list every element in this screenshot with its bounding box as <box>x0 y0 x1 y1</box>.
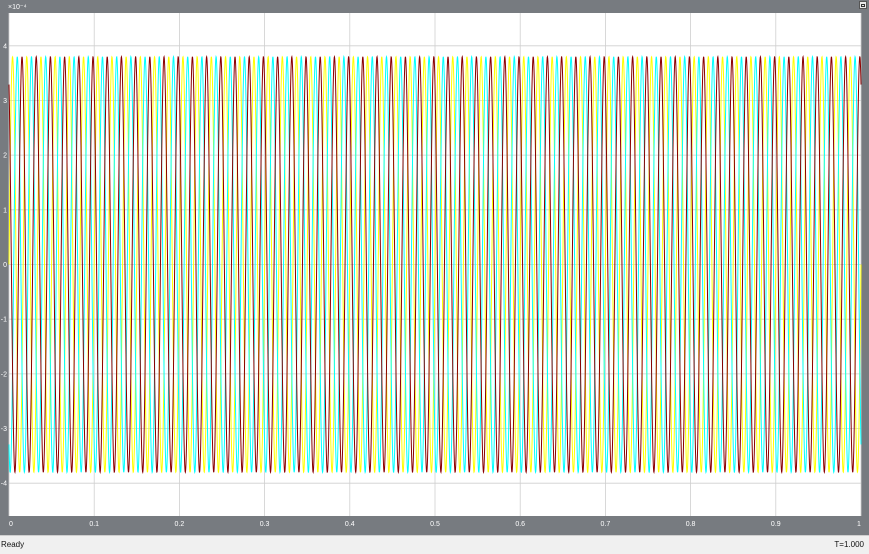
x-tick-label: 0.4 <box>345 521 355 528</box>
y-tick-label: 4 <box>3 43 7 50</box>
x-tick-label: 0 <box>9 521 13 528</box>
simulation-time: T=1.000 <box>834 540 864 549</box>
x-tick-label: 0.3 <box>260 521 270 528</box>
x-tick-label: 0.1 <box>89 521 99 528</box>
scope-plot: 0 0.1 0.2 0.3 0.4 0.5 0.6 0.7 0.8 0.9 1 -4 -3 -2 -1 0 1 2… <box>1 4 862 528</box>
x-tick-label: 0.2 <box>175 521 185 528</box>
y-tick-label: -2 <box>1 371 7 378</box>
x-tick-label: 0.8 <box>686 521 696 528</box>
y-tick-label: -1 <box>1 317 7 324</box>
y-tick-label: 2 <box>3 153 7 160</box>
y-tick-label: -4 <box>1 481 7 488</box>
scope-window: 0 0.1 0.2 0.3 0.4 0.5 0.6 0.7 0.8 0.9 1 -4 -3 -2 -1 0 1 2… <box>0 0 869 554</box>
status-text: Ready <box>1 540 25 549</box>
restore-window-icon <box>861 3 865 7</box>
y-tick-label: 0 <box>3 262 7 269</box>
x-tick-label: 0.7 <box>601 521 611 528</box>
restore-window-button[interactable] <box>859 1 867 9</box>
status-bar: Ready T=1.000 <box>0 535 869 554</box>
y-exponent-label: ×10⁻⁴ <box>8 4 27 11</box>
x-tick-label: 1 <box>857 521 861 528</box>
x-tick-label: 0.5 <box>430 521 440 528</box>
x-tick-label: 0.9 <box>771 521 781 528</box>
x-tick-label: 0.6 <box>515 521 525 528</box>
y-tick-label: 3 <box>3 98 7 105</box>
y-tick-label: -3 <box>1 426 7 433</box>
y-tick-label: 1 <box>3 207 7 214</box>
